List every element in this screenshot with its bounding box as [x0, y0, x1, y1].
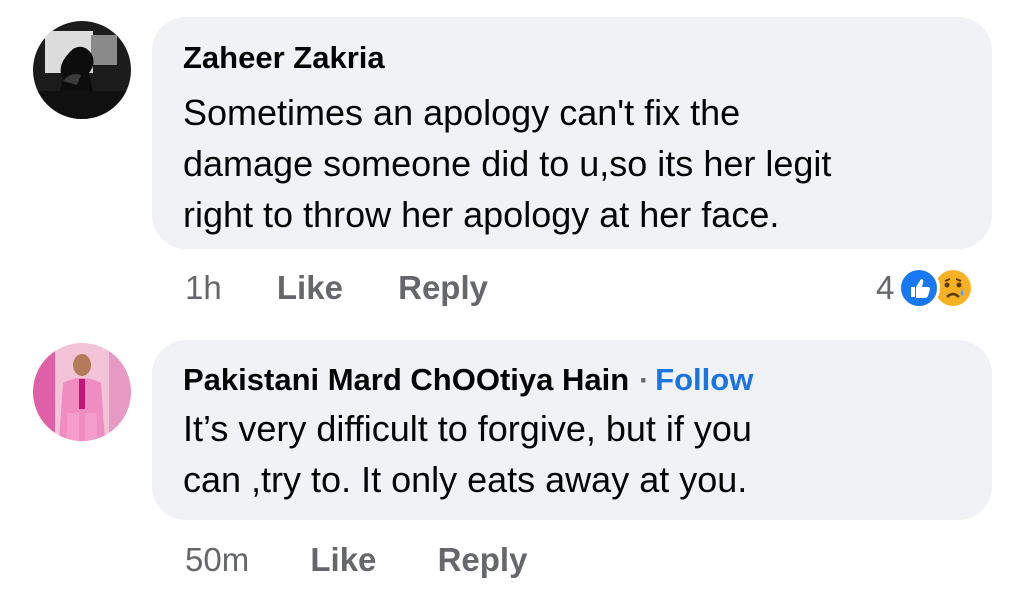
like-button[interactable]: Like — [277, 269, 343, 306]
comment-author[interactable]: Zaheer Zakria — [183, 39, 992, 77]
comment-actions: 1h Like Reply — [185, 268, 488, 308]
avatar-icon — [33, 21, 131, 119]
comment-text-line: damage someone did to u,so its her legit — [183, 143, 832, 184]
avatar-icon — [33, 343, 131, 441]
separator-dot: · — [639, 364, 650, 397]
comment-text: Sometimes an apology can't fix the damag… — [183, 87, 992, 240]
comment-timestamp[interactable]: 1h — [185, 269, 222, 306]
avatar[interactable] — [33, 343, 131, 441]
comment-text-line: can ,try to. It only eats away at you. — [183, 459, 748, 500]
like-icon — [898, 267, 941, 309]
avatar[interactable] — [33, 21, 131, 119]
comment-timestamp[interactable]: 50m — [185, 541, 249, 578]
comment-bubble: Zaheer Zakria Sometimes an apology can't… — [152, 17, 992, 249]
comment-actions: 50m Like Reply — [185, 540, 527, 580]
comment-author[interactable]: Pakistani Mard ChOOtiya Hain — [183, 362, 629, 397]
follow-button[interactable]: Follow — [655, 362, 753, 397]
comment-text-line: It’s very difficult to forgive, but if y… — [183, 408, 752, 449]
comment-author-row: Pakistani Mard ChOOtiya Hain · Follow — [183, 361, 992, 400]
comment-text-line: Sometimes an apology can't fix the — [183, 92, 741, 133]
reply-button[interactable]: Reply — [398, 269, 488, 306]
reply-button[interactable]: Reply — [438, 541, 528, 578]
comment-text-line: right to throw her apology at her face. — [183, 194, 780, 235]
reaction-count: 4 — [876, 269, 895, 306]
reaction-summary[interactable]: 4 — [876, 266, 975, 310]
comment-bubble: Pakistani Mard ChOOtiya Hain · Follow It’s… — [152, 340, 992, 520]
like-button[interactable]: Like — [310, 541, 376, 578]
comment-text: It’s very difficult to forgive, but if y… — [183, 403, 992, 505]
